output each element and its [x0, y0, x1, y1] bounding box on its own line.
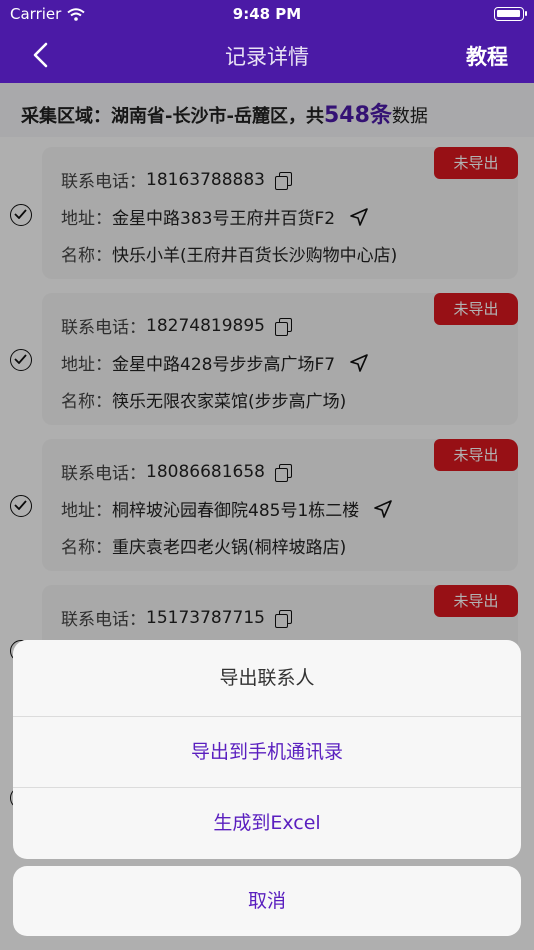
- battery-icon: [494, 7, 527, 21]
- nav-bar: 记录详情 教程: [0, 28, 534, 83]
- status-time: 9:48 PM: [232, 5, 302, 23]
- action-sheet: 导出联系人 导出到手机通讯录 生成到Excel: [13, 640, 521, 859]
- cancel-button[interactable]: 取消: [13, 866, 521, 936]
- tutorial-button[interactable]: 教程: [466, 41, 508, 71]
- export-to-contacts-button[interactable]: 导出到手机通讯录: [13, 717, 521, 788]
- status-bar: Carrier 9:48 PM: [0, 0, 534, 28]
- action-sheet-title: 导出联系人: [13, 640, 521, 717]
- top-bar: Carrier 9:48 PM 记录详情 教程: [0, 0, 534, 83]
- page-title: 记录详情: [225, 45, 309, 69]
- generate-excel-button[interactable]: 生成到Excel: [13, 788, 521, 859]
